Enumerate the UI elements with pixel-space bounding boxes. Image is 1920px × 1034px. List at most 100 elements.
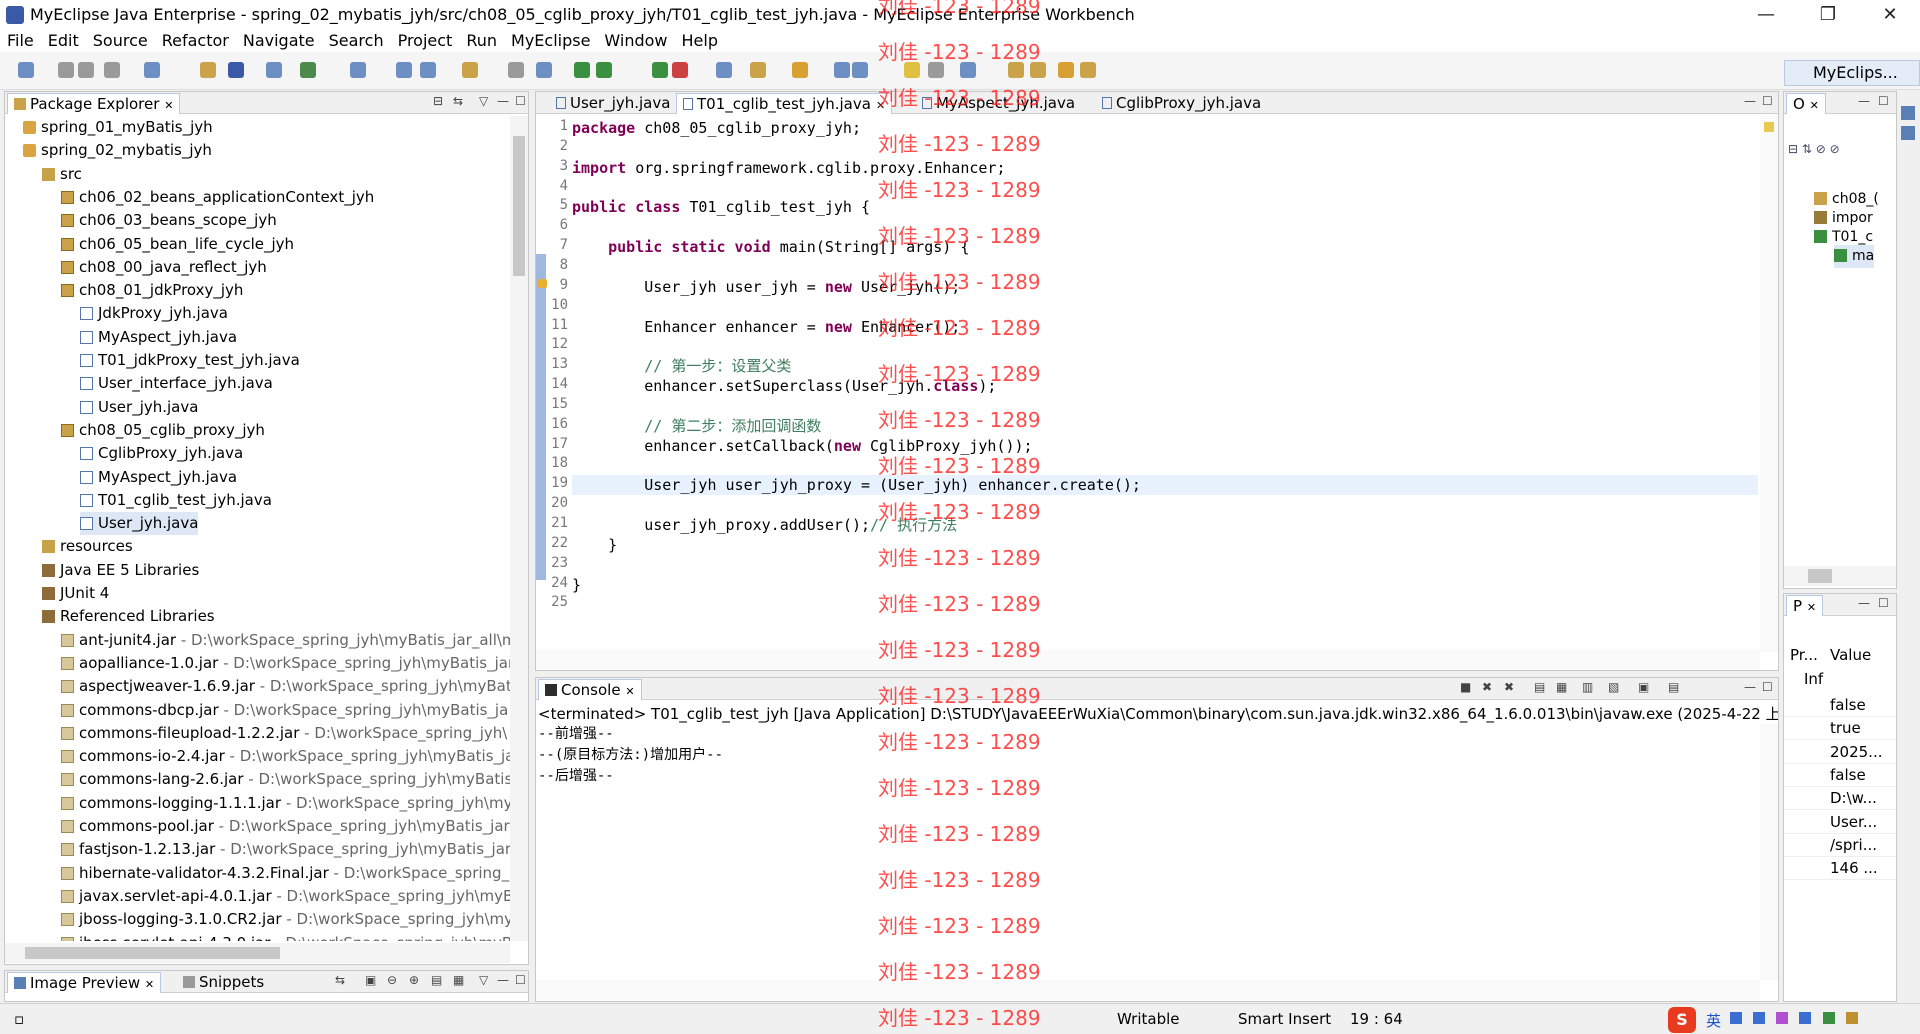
outline-horizontal-scrollbar[interactable] (1784, 566, 1896, 586)
tree-item[interactable]: spring_02_mybatis_jyh (23, 139, 212, 162)
tree-item[interactable]: MyAspect_jyh.java (80, 326, 237, 349)
fit-window-icon[interactable]: ▦ (453, 973, 464, 987)
toolbar-button-icon[interactable] (200, 62, 216, 78)
zoom-fit-icon[interactable]: ▣ (365, 973, 376, 987)
tree-item[interactable]: ch08_01_jdkProxy_jyh (61, 279, 243, 302)
toolbar-button-icon[interactable] (792, 62, 808, 78)
tree-item[interactable]: T01_cglib_test_jyh.java (80, 489, 272, 512)
toolbar-button-icon[interactable] (104, 62, 120, 78)
tree-item[interactable]: commons-io-2.4.jar - D:\workSpace_spring… (61, 745, 510, 768)
hscrollbar-thumb[interactable] (25, 947, 280, 959)
tree-item[interactable]: MyAspect_jyh.java (80, 466, 237, 489)
property-row[interactable]: false (1784, 694, 1896, 717)
close-tab-icon[interactable]: ✕ (145, 978, 154, 991)
trim-view-icon[interactable] (1901, 106, 1915, 120)
toolbar-button-icon[interactable] (574, 62, 590, 78)
code-editor[interactable]: 1 package ch08_05_cglib_proxy_jyh; 2 3 impor… (536, 116, 1760, 652)
menu-search[interactable]: Search (322, 30, 391, 52)
pin-console-icon[interactable]: ▧ (1608, 680, 1619, 694)
zoom-out-icon[interactable]: ⊖ (387, 973, 397, 987)
toolbar-button-icon[interactable] (18, 62, 34, 78)
scrollbar-thumb[interactable] (513, 136, 525, 276)
maximize-view-icon[interactable]: ☐ (1762, 680, 1773, 694)
menu-source[interactable]: Source (86, 30, 155, 52)
maximize-editor-icon[interactable]: ☐ (1762, 94, 1773, 108)
editor-tab[interactable]: User_jyh.java (550, 93, 676, 114)
code-line[interactable]: } (572, 575, 581, 608)
minimize-view-icon[interactable]: — (1858, 596, 1870, 610)
display-console-icon[interactable]: ▣ (1638, 680, 1649, 694)
minimize-view-icon[interactable]: — (1744, 680, 1756, 694)
toolbar-button-icon[interactable] (596, 62, 612, 78)
minimize-view-icon[interactable]: — (1858, 94, 1870, 108)
tree-item[interactable]: ch06_02_beans_applicationContext_jyh (61, 186, 374, 209)
tree-item[interactable]: Referenced Libraries (42, 605, 215, 628)
maximize-view-icon[interactable]: ☐ (1878, 94, 1889, 108)
view-menu-icon[interactable]: ▽ (479, 94, 488, 108)
tree-item[interactable]: commons-dbcp.jar - D:\workSpace_spring_j… (61, 699, 508, 722)
maximize-view-icon[interactable]: ☐ (1878, 596, 1889, 610)
close-tab-icon[interactable]: ✕ (1810, 99, 1819, 112)
menu-refactor[interactable]: Refactor (155, 30, 236, 52)
menu-file[interactable]: File (0, 30, 41, 52)
toolbar-button-icon[interactable] (420, 62, 436, 78)
value-column-header[interactable]: Value (1830, 646, 1871, 664)
tree-item[interactable]: T01_jdkProxy_test_jyh.java (80, 349, 300, 372)
console-horizontal-scrollbar[interactable] (536, 980, 1760, 1000)
sort-icon[interactable]: ⇅ (1802, 142, 1812, 156)
toolbar-button-icon[interactable] (672, 62, 688, 78)
code-content[interactable]: 1 package ch08_05_cglib_proxy_jyh; 2 3 impor… (538, 116, 1758, 652)
close-tab-icon[interactable]: ✕ (625, 685, 634, 698)
tree-item[interactable]: javax.servlet-api-4.0.1.jar - D:\workSpa… (61, 885, 510, 908)
actual-size-icon[interactable]: ▤ (431, 973, 442, 987)
editor-tab[interactable]: T01_cglib_test_jyh.java ✕ (676, 93, 893, 114)
close-tab-icon[interactable]: ✕ (164, 99, 173, 112)
menu-run[interactable]: Run (459, 30, 504, 52)
tree-item[interactable]: resources (42, 535, 133, 558)
tab-properties[interactable]: P ✕ (1786, 595, 1824, 616)
menu-myeclipse[interactable]: MyEclipse (504, 30, 597, 52)
tree-item[interactable]: User_jyh.java (80, 396, 198, 419)
tree-horizontal-scrollbar[interactable] (5, 943, 510, 963)
fast-view-icon[interactable]: ▫ (14, 1010, 24, 1028)
toolbar-button-icon[interactable] (300, 62, 316, 78)
mic-icon[interactable] (1730, 1012, 1742, 1024)
tree-item[interactable]: ch06_05_bean_life_cycle_jyh (61, 233, 294, 256)
maximize-view-icon[interactable]: ☐ (515, 94, 526, 108)
hide-static-icon[interactable]: ⊘ (1830, 142, 1840, 156)
open-console-icon[interactable]: ▤ (1668, 680, 1679, 694)
tree-item[interactable]: Java EE 5 Libraries (42, 559, 199, 582)
property-column-header[interactable]: Pr... (1790, 646, 1818, 664)
tree-item[interactable]: src (42, 163, 82, 186)
editor-tab[interactable]: CglibProxy_jyh.java (1096, 93, 1267, 114)
trim-view-icon[interactable] (1901, 126, 1915, 140)
maximize-view-icon[interactable]: ☐ (515, 973, 526, 987)
toolbar-button-icon[interactable] (1058, 62, 1074, 78)
toolbar-button-icon[interactable] (266, 62, 282, 78)
remove-launch-icon[interactable]: ✖ (1482, 680, 1492, 694)
toolbar-button-icon[interactable] (228, 62, 244, 78)
property-row[interactable]: 2025... (1784, 741, 1896, 764)
view-menu-icon[interactable]: ▽ (479, 973, 488, 987)
collapse-all-icon[interactable]: ⊟ (433, 94, 443, 108)
tab-snippets[interactable]: Snippets (177, 972, 270, 993)
close-button[interactable]: ✕ (1862, 0, 1918, 30)
toolbar-button-icon[interactable] (834, 62, 850, 78)
console-output[interactable]: --前增强-- --(原目标方法:)增加用户-- --后增强-- (538, 724, 1758, 787)
warning-icon[interactable] (538, 278, 547, 288)
tree-item[interactable]: JdkProxy_jyh.java (80, 302, 228, 325)
outline-item[interactable]: ma (1834, 245, 1875, 268)
ime-tool-icon[interactable] (1822, 1012, 1835, 1024)
property-row[interactable]: 146 ... (1784, 857, 1896, 881)
tree-item[interactable]: fastjson-1.2.13.jar - D:\workSpace_sprin… (61, 838, 510, 861)
keyboard-icon[interactable] (1753, 1012, 1766, 1024)
tree-item[interactable]: User_jyh.java (80, 512, 199, 536)
tree-item[interactable]: ch08_00_java_reflect_jyh (61, 256, 267, 279)
ime-logo-icon[interactable]: S (1668, 1007, 1696, 1033)
code-line[interactable]: package ch08_05_cglib_proxy_jyh; (572, 118, 861, 151)
toolbar-button-icon[interactable] (750, 62, 766, 78)
clear-console-icon[interactable]: ▤ (1534, 680, 1545, 694)
tab-package-explorer[interactable]: Package Explorer ✕ (7, 93, 181, 114)
overview-ruler[interactable] (1760, 116, 1778, 652)
tree-item[interactable]: ch08_05_cglib_proxy_jyh (61, 419, 265, 442)
